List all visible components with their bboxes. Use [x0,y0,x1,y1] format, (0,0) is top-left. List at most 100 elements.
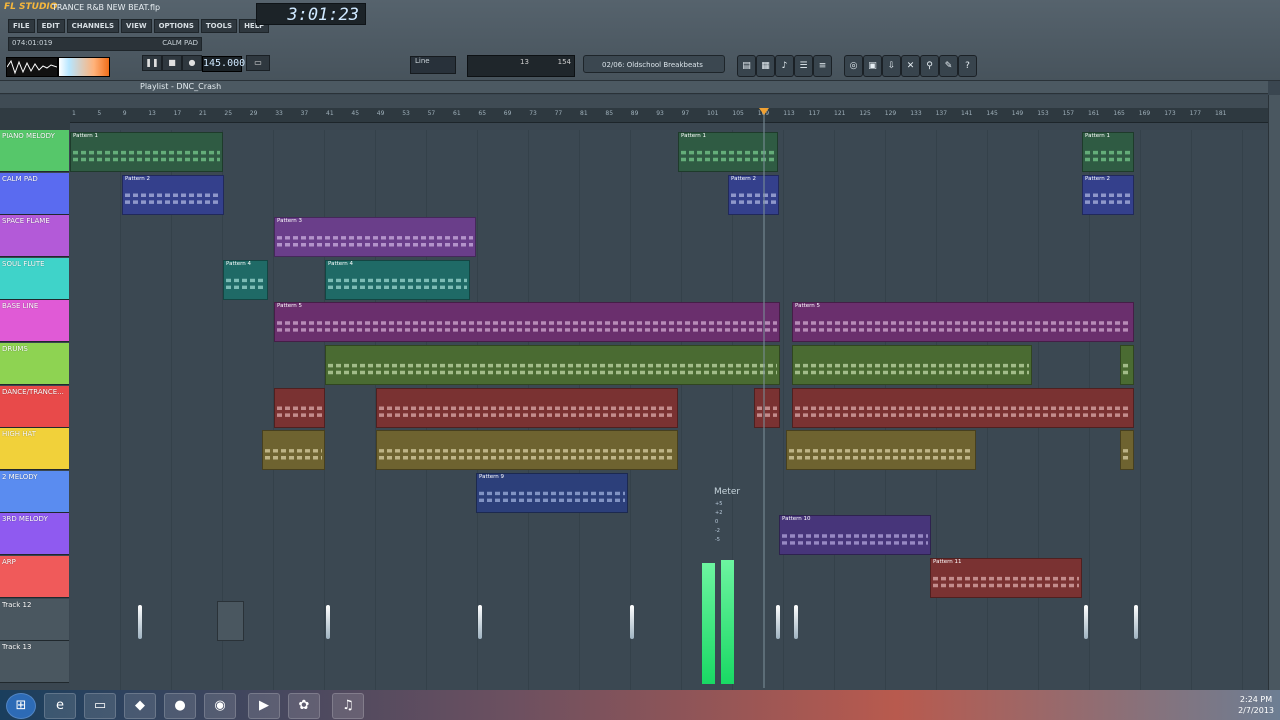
pattern-clip[interactable]: Pattern 1 [70,132,223,172]
pause-button[interactable]: ❚❚ [142,55,162,71]
pattern-clip[interactable] [325,345,780,385]
online-news-ticker[interactable]: 02/06: Oldschool Breakbeats [583,55,725,73]
menu-edit[interactable]: EDIT [36,19,65,33]
timeline-ruler[interactable]: 1 5 9 13 17 21 25 29 33 37 41 45 49 53 57 61 65 69 73 77 81 8… [70,108,1268,123]
crash-sample-clip[interactable] [478,604,482,639]
track-header[interactable]: SOUL FLUTE [0,257,69,300]
pattern-clip[interactable]: Pattern 3 [274,217,476,258]
track-header[interactable]: BASE LINE [0,300,69,343]
crash-sample-clip[interactable] [630,604,634,639]
pattern-clip[interactable]: Pattern 4 [223,259,268,300]
help-icon[interactable]: ? [958,55,977,77]
pattern-clip[interactable] [786,430,976,471]
pattern-clip[interactable] [1120,430,1134,471]
position-marker-icon[interactable] [759,108,769,115]
pattern-clip[interactable] [376,430,678,471]
crash-sample-clip[interactable] [326,604,330,639]
menu-tools[interactable]: TOOLS [200,19,238,33]
track-header[interactable]: 3RD MELODY [0,513,69,556]
pattern-button[interactable]: ▭ [246,55,270,71]
crash-sample-clip[interactable] [794,604,798,639]
track-header[interactable]: 2 MELODY [0,470,69,513]
menu-channels[interactable]: CHANNELS [66,19,120,33]
browser-icon[interactable]: ☰ [794,55,813,77]
track-header[interactable]: SPACE FLAME [0,215,69,258]
menu-file[interactable]: FILE [8,19,35,33]
firefox-icon[interactable]: ◉ [204,693,236,719]
crash-sample-clip[interactable] [1134,604,1138,639]
effect-sample-clip[interactable] [217,600,244,641]
pattern-clip[interactable]: Pattern 1 [1082,132,1134,172]
fl-studio-icon[interactable]: ♫ [332,693,364,719]
crash-sample-clip[interactable] [776,604,780,639]
track-header[interactable]: DRUMS [0,343,69,385]
meter-left-bar [702,563,715,684]
pattern-clip[interactable] [376,387,678,428]
track-header[interactable]: DANCE/TRANCE... [0,385,69,428]
mixer-icon[interactable]: ≡ [813,55,832,77]
paint-icon[interactable]: ✿ [288,693,320,719]
pattern-clip[interactable]: Pattern 2 [122,174,224,215]
tempo-display[interactable]: 145.000 [202,56,245,72]
cpu-icon[interactable]: ◎ [844,55,863,77]
track-header[interactable]: ARP [0,556,69,598]
track-header[interactable]: HIGH HAT [0,428,69,471]
pattern-clip[interactable] [754,387,780,428]
record-button[interactable]: ● [182,55,202,71]
pattern-clip[interactable]: Pattern 11 [930,558,1082,598]
pattern-clip[interactable]: Pattern 2 [1082,174,1134,215]
pattern-clip[interactable] [274,387,325,428]
system-clock[interactable]: 2:24 PM 2/7/2013 [1238,694,1274,716]
project-info-icon[interactable]: ▣ [863,55,882,77]
track-name: ARP [2,558,16,566]
piano-roll-icon[interactable]: ♪ [775,55,794,77]
media-icon[interactable]: ▶ [248,693,280,719]
main-toolbar: FL STUDIO TRANCE R&B NEW BEAT.flp FILE E… [0,0,1280,81]
app-icon[interactable]: ◆ [124,693,156,719]
render-icon[interactable]: ⇩ [882,55,901,77]
mem-value: 154 [557,58,571,66]
pattern-clip[interactable]: Pattern 2 [728,174,779,215]
playlist-title-bar[interactable]: Playlist - DNC_Crash [0,81,1268,94]
pattern-clip[interactable]: Pattern 10 [779,515,931,556]
song-time-display[interactable]: 3:01:23 [256,3,366,25]
snap-mode-select[interactable]: Line [410,56,456,74]
pattern-clip[interactable] [792,387,1134,428]
track-header[interactable]: Track 12 [0,598,69,641]
ruler-bar-number: 53 [402,110,410,117]
vertical-scrollbar[interactable] [1268,95,1280,690]
pattern-clip[interactable] [262,430,325,471]
menu-view[interactable]: VIEW [121,19,152,33]
track-header[interactable]: PIANO MELODY [0,130,69,172]
clip-notes [265,449,322,460]
playlist-window-icon[interactable]: ▤ [737,55,756,77]
track-name: PIANO MELODY [2,132,55,140]
playlist-grid[interactable]: Pattern 1 Pattern 1 Pattern 1 Pattern 2 Patt… [70,130,1268,690]
crash-sample-clip[interactable] [138,604,142,639]
pattern-clip[interactable]: Pattern 5 [792,302,1134,343]
playback-position-marker[interactable] [763,108,765,688]
pattern-clip[interactable]: Pattern 9 [476,472,628,513]
clip-label: Pattern 5 [277,303,303,310]
track-header[interactable]: Track 13 [0,641,69,684]
stop-button[interactable]: ■ [162,55,182,71]
menu-options[interactable]: OPTIONS [153,19,199,33]
media-player-icon[interactable]: ● [164,693,196,719]
crash-sample-clip[interactable] [1084,604,1088,639]
step-sequencer-icon[interactable]: ▦ [756,55,775,77]
ruler-bar-number: 21 [199,110,207,117]
pattern-clip[interactable] [1120,345,1134,385]
pattern-clip[interactable]: Pattern 4 [325,259,470,300]
file-explorer-icon[interactable]: ▭ [84,693,116,719]
ruler-bar-number: 165 [1113,110,1125,117]
ruler-bar-number: 65 [478,110,487,117]
playlist-tools[interactable] [0,95,1268,109]
tools-icon[interactable]: ✕ [901,55,920,77]
internet-explorer-icon[interactable]: e [44,693,76,719]
pattern-clip[interactable] [792,345,1032,385]
pattern-clip[interactable]: Pattern 5 [274,302,780,343]
track-header[interactable]: CALM PAD [0,172,69,215]
start-button[interactable]: ⊞ [6,693,36,719]
settings-icon[interactable]: ✎ [939,55,958,77]
search-icon[interactable]: ⚲ [920,55,939,77]
